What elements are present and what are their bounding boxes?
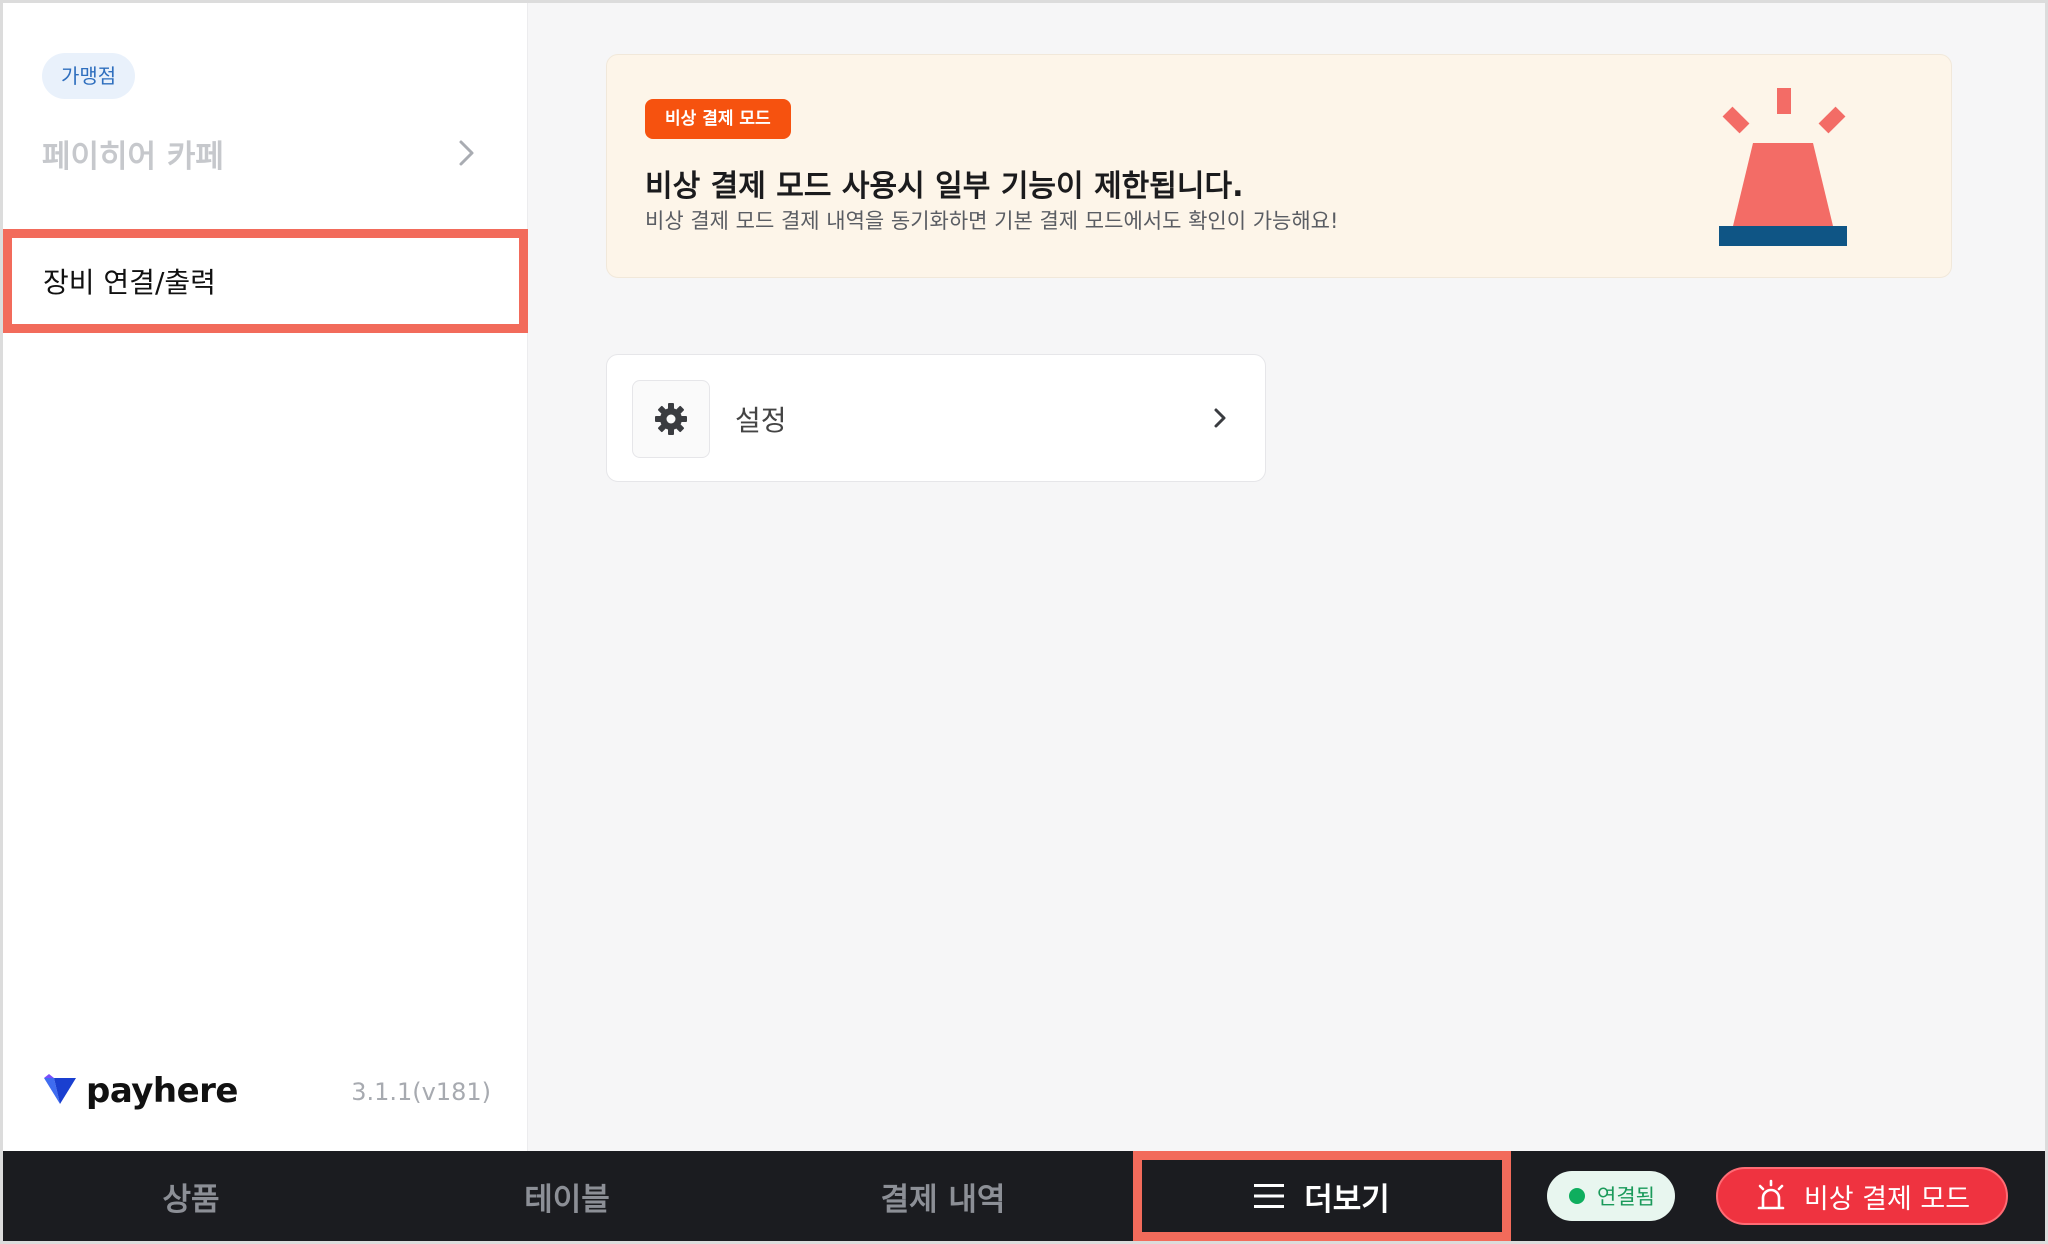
tab-label: 결제 내역 (880, 1181, 1006, 1218)
connection-status-badge: 연결됨 (1547, 1171, 1675, 1221)
emergency-mode-button[interactable]: 비상 결제 모드 (1716, 1167, 2008, 1225)
tab-more[interactable]: 더보기 (1133, 1151, 1511, 1241)
gear-icon (655, 403, 687, 435)
payhere-logo: payhere (42, 1071, 239, 1111)
banner-description: 비상 결제 모드 결제 내역을 동기화하면 기본 결제 모드에서도 확인이 가능… (645, 209, 1339, 233)
sidebar: 가맹점 페이히어 카페 장비 연결/출력 payhere 3.1.1(v181) (3, 3, 528, 1151)
bottom-nav-bar: 상품 테이블 결제 내역 더보기 연결됨 비상 결제 모드 (3, 1151, 2045, 1241)
tab-products[interactable]: 상품 (3, 1151, 379, 1241)
settings-label: 설정 (735, 404, 787, 437)
app-version: 3.1.1(v181) (351, 1078, 491, 1106)
store-selector[interactable]: 페이히어 카페 (42, 125, 482, 181)
emergency-mode-banner: 비상 결제 모드 비상 결제 모드 사용시 일부 기능이 제한됩니다. 비상 결… (606, 54, 1952, 278)
tab-label: 더보기 (1304, 1181, 1390, 1218)
tab-tables[interactable]: 테이블 (379, 1151, 755, 1241)
connection-status-text: 연결됨 (1597, 1185, 1655, 1209)
menu-icon (1254, 1184, 1285, 1208)
siren-icon (1757, 1179, 1785, 1210)
payhere-logo-icon (44, 1074, 76, 1104)
sidebar-item-device-connection[interactable]: 장비 연결/출력 (3, 229, 528, 333)
sidebar-item-label: 장비 연결/출력 (43, 266, 216, 299)
tab-label: 테이블 (524, 1181, 610, 1218)
settings-card[interactable]: 설정 (606, 354, 1266, 482)
chevron-right-icon (1214, 408, 1226, 428)
emergency-mode-button-label: 비상 결제 모드 (1803, 1183, 1971, 1215)
tab-payment-history[interactable]: 결제 내역 (755, 1151, 1131, 1241)
logo-text: payhere (86, 1071, 239, 1111)
chevron-right-icon (459, 140, 474, 166)
app-frame: 가맹점 페이히어 카페 장비 연결/출력 payhere 3.1.1(v181)… (3, 3, 2045, 1241)
tab-label: 상품 (162, 1181, 220, 1218)
emergency-mode-badge: 비상 결제 모드 (645, 99, 791, 139)
siren-illustration (1719, 88, 1847, 246)
store-badge: 가맹점 (42, 53, 136, 99)
store-name: 페이히어 카페 (42, 138, 224, 175)
settings-icon-box (632, 380, 710, 458)
banner-title: 비상 결제 모드 사용시 일부 기능이 제한됩니다. (645, 169, 1244, 204)
status-dot-icon (1569, 1188, 1585, 1204)
